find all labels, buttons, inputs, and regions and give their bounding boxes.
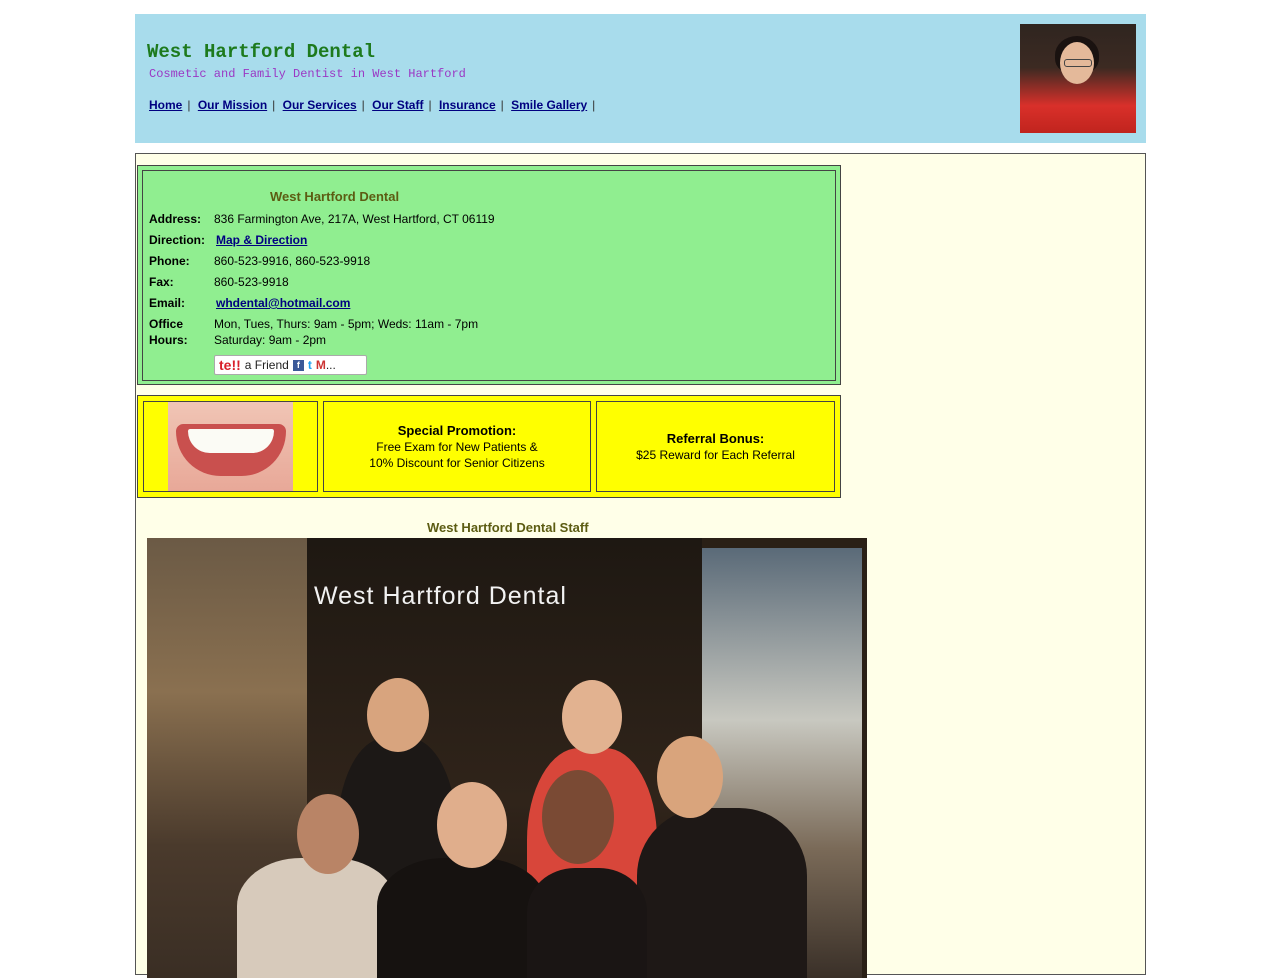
facebook-icon: f <box>292 359 304 371</box>
nav-smile-gallery-link[interactable]: Smile Gallery <box>511 98 587 112</box>
direction-label: Direction: <box>149 233 206 247</box>
map-direction-link[interactable]: Map & Direction <box>216 233 307 247</box>
nav-separator: | <box>500 98 504 112</box>
email-label: Email: <box>149 296 186 310</box>
tell-text: a Friend <box>244 358 289 372</box>
email-link[interactable]: whdental@hotmail.com <box>216 296 350 310</box>
staff-caption: West Hartford Dental Staff <box>427 520 589 535</box>
nav-home-link[interactable]: Home <box>149 98 182 112</box>
nav-our-services-link[interactable]: Our Services <box>283 98 357 112</box>
hours-label-line2: Hours: <box>149 333 188 347</box>
special-promotion-title: Special Promotion: <box>397 422 517 438</box>
site-header: West Hartford Dental Cosmetic and Family… <box>135 14 1146 143</box>
nav-insurance-link[interactable]: Insurance <box>439 98 496 112</box>
referral-bonus-cell: Referral Bonus: $25 Reward for Each Refe… <box>596 401 835 492</box>
promo-box: Special Promotion: Free Exam for New Pat… <box>137 395 841 498</box>
photo-sign-text: West Hartford Dental <box>314 582 567 610</box>
gmail-icon: M <box>315 358 326 372</box>
contact-title: West Hartford Dental <box>270 189 400 204</box>
phone-value: 860-523-9916, 860-523-9918 <box>214 254 371 268</box>
nav-separator: | <box>361 98 365 112</box>
hours-line-2: Saturday: 9am - 2pm <box>214 333 327 347</box>
smile-cell <box>143 401 318 492</box>
dentist-photo <box>1020 24 1136 133</box>
fax-label: Fax: <box>149 275 174 289</box>
more-icon: ... <box>325 358 336 372</box>
hours-line-1: Mon, Tues, Thurs: 9am - 5pm; Weds: 11am … <box>214 317 479 331</box>
nav-our-staff-link[interactable]: Our Staff <box>372 98 423 112</box>
main-content: West Hartford Dental Address: 836 Farmin… <box>135 153 1146 978</box>
special-promotion-line1: Free Exam for New Patients & <box>376 439 538 454</box>
nav-separator: | <box>428 98 432 112</box>
contact-box: West Hartford Dental Address: 836 Farmin… <box>137 165 841 385</box>
nav-separator: | <box>272 98 276 112</box>
fax-value: 860-523-9918 <box>214 275 289 289</box>
nav-separator: | <box>592 98 596 112</box>
staff-photo: West Hartford Dental <box>147 538 867 978</box>
nav-our-mission-link[interactable]: Our Mission <box>198 98 267 112</box>
address-label: Address: <box>149 212 202 226</box>
twitter-icon: t <box>307 358 312 372</box>
address-value: 836 Farmington Ave, 217A, West Hartford,… <box>214 212 495 226</box>
phone-label: Phone: <box>149 254 190 268</box>
main-nav: Home | Our Mission | Our Services | Our Sta… <box>149 98 599 112</box>
tell-a-friend-button[interactable]: te!! a Friend f t M ... <box>214 355 367 375</box>
tell-brand: te!! <box>219 357 241 373</box>
hours-label-line1: Office <box>149 317 184 331</box>
referral-bonus-line: $25 Reward for Each Referral <box>636 447 795 462</box>
site-title: West Hartford Dental <box>147 41 376 63</box>
smile-image <box>168 402 293 491</box>
special-promotion-cell: Special Promotion: Free Exam for New Pat… <box>323 401 591 492</box>
referral-bonus-title: Referral Bonus: <box>666 430 765 446</box>
special-promotion-line2: 10% Discount for Senior Citizens <box>369 455 545 470</box>
site-tagline: Cosmetic and Family Dentist in West Hart… <box>149 67 466 81</box>
nav-separator: | <box>187 98 191 112</box>
